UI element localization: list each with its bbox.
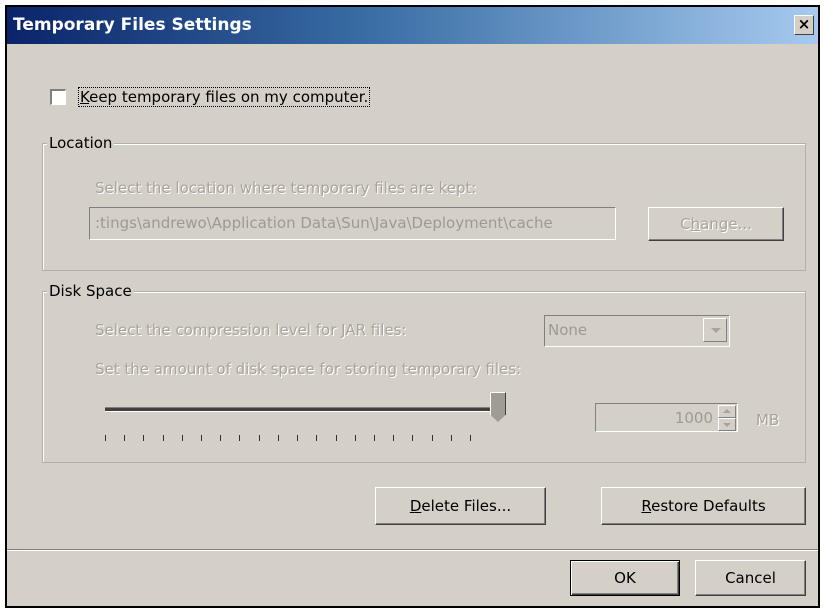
slider-tick	[470, 435, 471, 441]
cancel-button[interactable]: Cancel	[695, 560, 806, 596]
slider-tick	[182, 435, 183, 441]
slider-tick	[432, 435, 433, 441]
slider-tick	[201, 435, 202, 441]
disk-space-group-title: Disk Space	[47, 282, 134, 300]
footer-separator	[7, 549, 818, 551]
slider-thumb[interactable]	[490, 392, 506, 422]
dialog-window: Temporary Files Settings × Keep temporar…	[5, 5, 820, 608]
ok-button-label: OK	[614, 569, 636, 587]
spinner-down-icon[interactable]	[718, 418, 736, 431]
keep-files-label-text: eep temporary files on my computer.	[89, 88, 369, 106]
keep-files-row[interactable]: Keep temporary files on my computer.	[50, 87, 371, 107]
disk-space-prompt: Set the amount of disk space for storing…	[95, 360, 522, 378]
keep-files-checkbox[interactable]	[50, 89, 66, 105]
location-group: Location Select the location where tempo…	[42, 134, 806, 271]
compression-select[interactable]: None	[544, 315, 730, 347]
slider-tick	[451, 435, 452, 441]
disk-space-unit-label: MB	[756, 411, 780, 429]
slider-tick	[259, 435, 260, 441]
slider-track	[105, 407, 498, 412]
chevron-down-icon[interactable]	[703, 318, 727, 342]
slider-tick	[105, 435, 106, 441]
disk-space-amount-field[interactable]: 1000	[595, 403, 738, 432]
dialog-title: Temporary Files Settings	[13, 15, 252, 35]
disk-space-amount-value: 1000	[674, 409, 713, 427]
slider-tick	[278, 435, 279, 441]
slider-tick	[220, 435, 221, 441]
compression-select-value: None	[548, 321, 588, 339]
slider-tick	[336, 435, 337, 441]
amount-spinner[interactable]	[718, 405, 736, 431]
slider-ticks	[105, 435, 505, 443]
delete-files-button[interactable]: Delete Files...	[375, 487, 546, 525]
delete-files-button-label: Delete Files...	[409, 497, 512, 515]
location-path-field[interactable]: :tings\andrewo\Application Data\Sun\Java…	[89, 207, 616, 240]
ok-button[interactable]: OK	[570, 560, 680, 596]
slider-tick	[393, 435, 394, 441]
slider-tick	[412, 435, 413, 441]
slider-tick	[355, 435, 356, 441]
location-group-title: Location	[47, 134, 115, 152]
keep-files-label[interactable]: Keep temporary files on my computer.	[78, 87, 371, 107]
compression-prompt: Select the compression level for JAR fil…	[95, 321, 407, 339]
change-button-label: Change...	[680, 215, 752, 233]
slider-tick	[124, 435, 125, 441]
cancel-button-label: Cancel	[725, 569, 776, 587]
slider-tick	[163, 435, 164, 441]
spinner-up-icon[interactable]	[718, 405, 736, 418]
location-path-value: :tings\andrewo\Application Data\Sun\Java…	[95, 214, 553, 232]
slider-tick	[143, 435, 144, 441]
location-prompt: Select the location where temporary file…	[95, 179, 477, 197]
slider-tick	[316, 435, 317, 441]
slider-tick	[374, 435, 375, 441]
close-button[interactable]: ×	[794, 15, 814, 35]
slider-tick	[297, 435, 298, 441]
title-bar[interactable]: Temporary Files Settings ×	[7, 7, 818, 44]
restore-defaults-button[interactable]: Restore Defaults	[601, 487, 806, 525]
close-icon: ×	[797, 15, 811, 33]
restore-defaults-button-label: Restore Defaults	[641, 497, 766, 515]
change-button[interactable]: Change...	[648, 207, 784, 241]
disk-space-group: Disk Space Select the compression level …	[42, 282, 806, 463]
disk-space-slider[interactable]	[105, 392, 506, 444]
keep-files-label-mnemonic: K	[80, 88, 90, 106]
slider-tick	[239, 435, 240, 441]
